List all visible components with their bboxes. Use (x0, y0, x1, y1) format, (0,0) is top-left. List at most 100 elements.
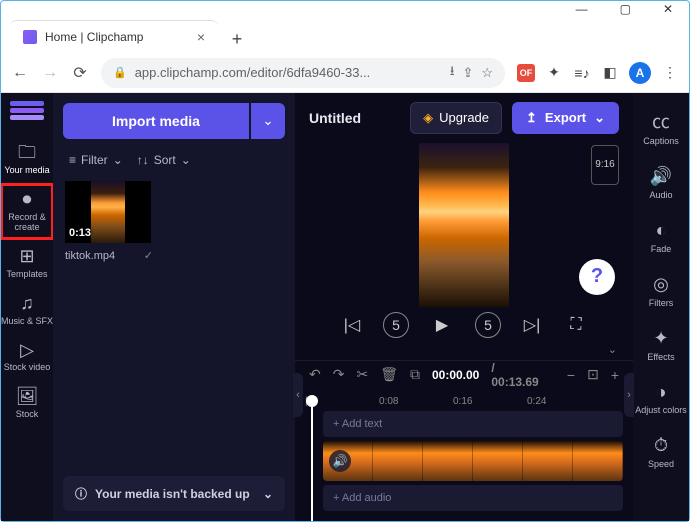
image-icon: 🖼 (16, 387, 39, 407)
zoom-out-button[interactable]: − (567, 367, 575, 383)
maximize-button[interactable]: ▢ (620, 2, 631, 16)
back-button[interactable]: ← (11, 64, 29, 82)
clip-name: tiktok.mp4 (65, 250, 115, 262)
sidebar-stock-video[interactable]: ▷ Stock video (1, 334, 53, 379)
chevron-down-icon: ⌄ (594, 110, 605, 126)
video-track[interactable]: 🔊 (323, 441, 623, 481)
forward-button[interactable]: → (41, 64, 59, 82)
fullscreen-button[interactable]: ⛶ (563, 312, 589, 338)
mute-icon[interactable]: 🔊 (329, 450, 351, 472)
rewind-5s-button[interactable]: 5 (383, 312, 409, 338)
sort-button[interactable]: ↑↓ Sort ⌄ (137, 153, 191, 167)
speed-tab[interactable]: ⏱Speed (633, 428, 689, 478)
skip-end-button[interactable]: ▷| (519, 312, 545, 338)
filters-icon: ◎ (653, 275, 669, 295)
upgrade-button[interactable]: ◈ Upgrade (410, 102, 502, 134)
close-window-button[interactable]: ✕ (663, 2, 673, 16)
help-button[interactable]: ? (579, 259, 615, 295)
fade-tab[interactable]: ◐Fade (633, 213, 689, 263)
profile-avatar[interactable]: A (629, 62, 651, 84)
forward-5s-button[interactable]: 5 (475, 312, 501, 338)
upload-icon: ↥ (526, 110, 537, 126)
import-media-button[interactable]: Import media (63, 103, 249, 139)
info-icon: ⓘ (75, 485, 87, 502)
url-text: app.clipchamp.com/editor/6dfa9460-33... (135, 65, 442, 80)
browser-tab[interactable]: Home | Clipchamp × (9, 20, 219, 53)
playhead[interactable] (311, 401, 313, 521)
backup-banner[interactable]: ⓘ Your media isn't backed up ⌄ (63, 476, 285, 511)
expand-timeline-button[interactable]: ⌄ (608, 343, 617, 360)
play-button[interactable]: ▶ (427, 310, 457, 340)
bookmark-icon[interactable]: ☆ (481, 65, 493, 81)
duplicate-button[interactable]: ⧉ (410, 366, 420, 383)
adjust-colors-tab[interactable]: ◑Adjust colors (633, 374, 689, 424)
split-button[interactable]: ✂ (356, 366, 368, 383)
tab-title: Home | Clipchamp (45, 30, 143, 44)
extensions-icon[interactable]: ✦ (545, 64, 563, 82)
extension-of[interactable]: OF (517, 64, 535, 82)
used-check-icon: ✓ (144, 249, 153, 262)
captions-icon: ㏄ (652, 113, 670, 133)
filters-tab[interactable]: ◎Filters (633, 267, 689, 317)
collapse-media-panel[interactable]: ‹ (293, 373, 303, 417)
left-sidebar: 🗀 Your media ⏺ Record & create ⊞ Templat… (1, 93, 53, 521)
effects-tab[interactable]: ✦Effects (633, 321, 689, 371)
zoom-in-button[interactable]: + (611, 367, 619, 383)
install-icon[interactable]: ⭳ (450, 62, 455, 84)
folder-icon: 🗀 (18, 143, 36, 163)
diamond-icon: ◈ (423, 110, 433, 126)
aspect-ratio-button[interactable]: 9:16 (591, 145, 619, 185)
chevron-down-icon: ⌄ (181, 153, 191, 167)
preview-canvas: 9:16 ? (295, 143, 633, 307)
playlist-icon[interactable]: ≡♪ (573, 64, 591, 82)
project-name[interactable]: Untitled (309, 110, 361, 126)
delete-button[interactable]: 🗑 (380, 366, 398, 383)
right-sidebar: ㏄Captions 🔊Audio ◐Fade ◎Filters ✦Effects… (633, 93, 689, 521)
text-track[interactable]: + Add text (323, 411, 623, 437)
reload-button[interactable]: ⟳ (71, 64, 89, 82)
sidebar-record-create[interactable]: ⏺ Record & create (1, 184, 53, 239)
minimize-button[interactable]: — (576, 2, 588, 16)
tab-strip: Home | Clipchamp × + (1, 17, 689, 53)
sidepanel-icon[interactable]: ◧ (601, 64, 619, 82)
filter-button[interactable]: ≡ Filter ⌄ (69, 153, 123, 167)
video-icon: ▷ (20, 340, 34, 360)
redo-button[interactable]: ↷ (333, 366, 345, 383)
clipchamp-logo[interactable] (10, 101, 44, 125)
media-clip[interactable]: 0:13 tiktok.mp4 ✓ (65, 181, 153, 262)
import-dropdown-button[interactable]: ⌄ (251, 103, 285, 139)
sort-icon: ↑↓ (137, 153, 149, 167)
audio-tab[interactable]: 🔊Audio (633, 159, 689, 209)
sidebar-stock[interactable]: 🖼 Stock (1, 381, 53, 426)
stage: Untitled ◈ Upgrade ↥ Export ⌄ 9:16 ? |◁ (295, 93, 633, 521)
undo-button[interactable]: ↶ (309, 366, 321, 383)
close-tab-button[interactable]: × (197, 29, 205, 45)
clip-duration: 0:13 (69, 227, 91, 239)
timecode-current: 00:00.00 (432, 368, 479, 382)
collapse-right-panel[interactable]: › (624, 373, 634, 417)
export-button[interactable]: ↥ Export ⌄ (512, 102, 619, 134)
sidebar-your-media[interactable]: 🗀 Your media (1, 137, 53, 182)
timeline-ruler[interactable]: | 0:08 0:16 0:24 (305, 389, 623, 407)
video-preview[interactable] (419, 143, 509, 307)
skip-start-button[interactable]: |◁ (339, 312, 365, 338)
timecode-duration: 00:13.69 (491, 375, 538, 389)
zoom-fit-button[interactable]: ⊡ (587, 366, 599, 383)
chevron-down-icon: ⌄ (113, 153, 123, 167)
menu-icon[interactable]: ⋮ (661, 64, 679, 82)
clip-thumbnail: 0:13 (65, 181, 151, 243)
templates-icon: ⊞ (19, 247, 34, 267)
camera-icon: ⏺ (23, 190, 32, 210)
audio-track[interactable]: + Add audio (323, 485, 623, 511)
share-icon[interactable]: ⇪ (462, 65, 473, 81)
sidebar-music-sfx[interactable]: ♫ Music & SFX (1, 288, 53, 333)
timeline[interactable]: | 0:08 0:16 0:24 + Add text 🔊 + Add audi… (295, 389, 633, 521)
new-tab-button[interactable]: + (223, 25, 251, 53)
speaker-icon: 🔊 (650, 167, 672, 187)
lock-icon: 🔒 (113, 66, 127, 79)
captions-tab[interactable]: ㏄Captions (633, 105, 689, 155)
speed-icon: ⏱ (654, 436, 668, 456)
filter-icon: ≡ (69, 153, 76, 167)
sidebar-templates[interactable]: ⊞ Templates (1, 241, 53, 286)
url-field[interactable]: 🔒 app.clipchamp.com/editor/6dfa9460-33..… (101, 58, 505, 88)
